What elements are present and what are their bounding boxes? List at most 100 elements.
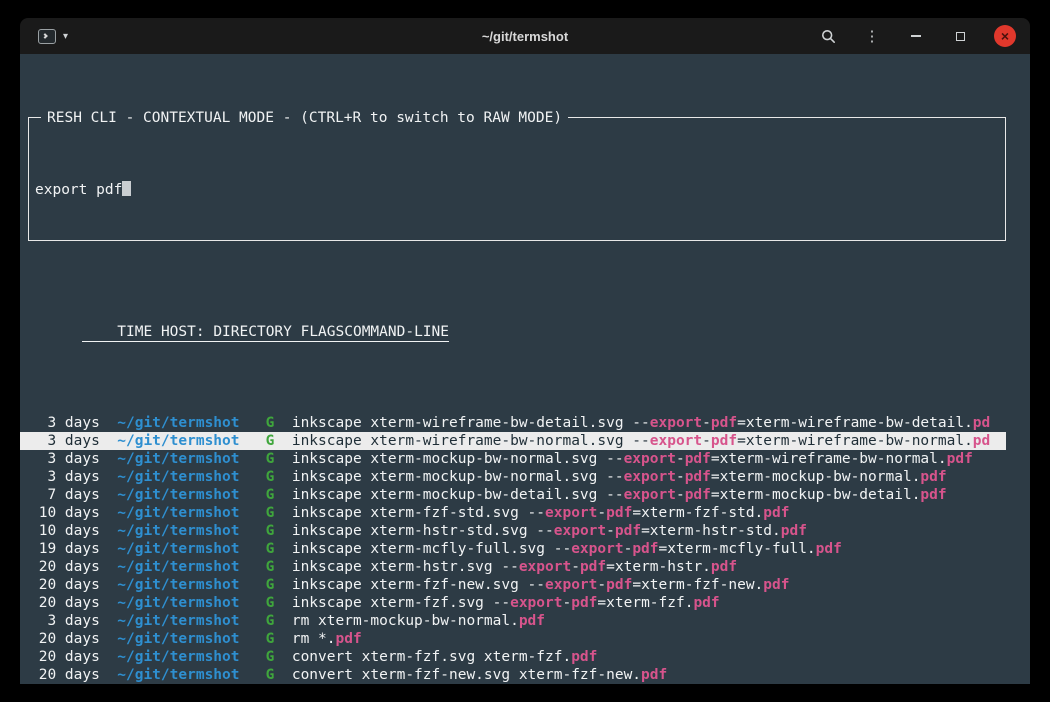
row-command: convert xterm-fzf.svg xterm-fzf.pdf bbox=[292, 648, 1006, 666]
col-host-directory-label: HOST: DIRECTORY bbox=[161, 323, 292, 341]
git-flag: G bbox=[248, 595, 274, 611]
git-flag: G bbox=[248, 613, 274, 629]
magnifier-glyph bbox=[821, 29, 836, 44]
row-time: 10 days bbox=[30, 522, 100, 540]
row-command: inkscape xterm-mockup-bw-normal.svg --ex… bbox=[292, 468, 1006, 486]
row-host-directory: ~/git/termshot bbox=[109, 666, 240, 684]
col-time-label: TIME bbox=[82, 323, 152, 341]
row-time: 20 days bbox=[30, 576, 100, 594]
history-header: TIME HOST: DIRECTORY FLAGS COMMAND-LINE bbox=[20, 305, 1006, 360]
history-row[interactable]: 3 days~/git/termshotGinkscape xterm-wire… bbox=[20, 414, 1006, 432]
row-command: inkscape xterm-hstr-std.svg --export-pdf… bbox=[292, 522, 1006, 540]
text-cursor bbox=[122, 181, 131, 196]
history-row[interactable]: 20 days~/git/termshotGrm *.pdf bbox=[20, 630, 1006, 648]
row-command: inkscape xterm-mcfly-full.svg --export-p… bbox=[292, 540, 1006, 558]
prompt-glyph bbox=[42, 33, 48, 39]
search-input[interactable]: export pdf bbox=[35, 181, 999, 199]
history-list: 3 days ~/git/termshot Ginkscape xterm-wire… bbox=[20, 414, 1006, 684]
row-flags: G bbox=[248, 648, 292, 666]
git-flag: G bbox=[248, 415, 274, 431]
row-time: 20 days bbox=[30, 558, 100, 576]
row-command: inkscape xterm-wireframe-bw-normal.svg -… bbox=[292, 432, 1006, 450]
row-flags: G bbox=[248, 414, 292, 432]
row-flags: G bbox=[248, 630, 292, 648]
row-command: rm xterm-mockup-bw-normal.pdf bbox=[292, 612, 1006, 630]
git-flag: G bbox=[248, 667, 274, 683]
row-command: rm *.pdf bbox=[292, 630, 1006, 648]
history-row[interactable]: 20 days~/git/termshotGconvert xterm-fzf-… bbox=[20, 666, 1006, 684]
row-time: 19 days bbox=[30, 540, 100, 558]
search-panel-title: RESH CLI - CONTEXTUAL MODE - (CTRL+R to … bbox=[41, 109, 568, 127]
row-flags: G bbox=[248, 486, 292, 504]
row-host-directory: ~/git/termshot bbox=[109, 576, 240, 594]
row-flags: G bbox=[248, 522, 292, 540]
row-flags: G bbox=[248, 468, 292, 486]
row-flags: G bbox=[248, 540, 292, 558]
row-time: 20 days bbox=[30, 630, 100, 648]
row-host-directory: ~/git/termshot bbox=[109, 522, 240, 540]
row-flags: G bbox=[248, 594, 292, 612]
history-row[interactable]: 19 days ~/git/termshot Ginkscape xterm-mcf… bbox=[20, 540, 1006, 558]
row-host-directory: ~/git/termshot bbox=[109, 468, 240, 486]
menu-kebab-icon[interactable]: ⋮ bbox=[862, 26, 882, 46]
terminal-window: ▾ ~/git/termshot ⋮ × RESH CLI - CONTEXTU… bbox=[20, 18, 1030, 684]
row-flags: G bbox=[248, 450, 292, 468]
minimize-button[interactable] bbox=[906, 26, 926, 46]
history-row[interactable]: 3 days ~/git/termshot Ginkscape xterm-mock… bbox=[20, 468, 1006, 486]
git-flag: G bbox=[248, 559, 274, 575]
search-icon[interactable] bbox=[818, 26, 838, 46]
git-flag: G bbox=[248, 649, 274, 665]
row-host-directory: ~/git/termshot bbox=[109, 450, 240, 468]
search-panel: RESH CLI - CONTEXTUAL MODE - (CTRL+R to … bbox=[28, 117, 1006, 241]
row-time: 20 days bbox=[30, 594, 100, 612]
row-host-directory: ~/git/termshot bbox=[109, 612, 240, 630]
row-host-directory: ~/git/termshot bbox=[109, 648, 240, 666]
tab-switcher-button[interactable]: ▾ bbox=[34, 25, 72, 48]
history-row[interactable]: 3 days ~/git/termshot Grm xterm-mockup-bw-… bbox=[20, 612, 1006, 630]
row-time: 3 days bbox=[30, 468, 100, 486]
terminal-screen[interactable]: RESH CLI - CONTEXTUAL MODE - (CTRL+R to … bbox=[20, 54, 1030, 684]
history-row[interactable]: 10 days ~/git/termshot Ginkscape xterm-hst… bbox=[20, 522, 1006, 540]
history-row[interactable]: 20 days ~/git/termshot Gconvert xterm-fzf.… bbox=[20, 648, 1006, 666]
row-flags: G bbox=[248, 576, 292, 594]
git-flag: G bbox=[248, 577, 274, 593]
row-time: 20 days bbox=[30, 648, 100, 666]
search-query-text: export pdf bbox=[35, 182, 122, 198]
history-row[interactable]: 20 days~/git/termshotGinkscape xterm-hst… bbox=[20, 558, 1006, 576]
row-host-directory: ~/git/termshot bbox=[109, 432, 240, 450]
history-row[interactable]: 7 days~/git/termshotGinkscape xterm-mock… bbox=[20, 486, 1006, 504]
restore-button[interactable] bbox=[950, 26, 970, 46]
row-command: inkscape xterm-mockup-bw-detail.svg --ex… bbox=[292, 486, 1006, 504]
history-row[interactable]: 20 days~/git/termshotGinkscape xterm-fzf… bbox=[20, 594, 1006, 612]
git-flag: G bbox=[248, 523, 274, 539]
row-host-directory: ~/git/termshot bbox=[109, 504, 240, 522]
row-flags: G bbox=[248, 504, 292, 522]
col-flags-label: FLAGS bbox=[301, 323, 345, 341]
git-flag: G bbox=[248, 469, 274, 485]
close-button[interactable]: × bbox=[994, 25, 1016, 47]
col-command-label: COMMAND-LINE bbox=[344, 323, 449, 341]
history-row[interactable]: 20 days ~/git/termshot Ginkscape xterm-fzf… bbox=[20, 576, 1006, 594]
row-command: inkscape xterm-fzf.svg --export-pdf=xter… bbox=[292, 594, 1006, 612]
row-command: inkscape xterm-fzf-new.svg --export-pdf=… bbox=[292, 576, 1006, 594]
row-time: 7 days bbox=[30, 486, 100, 504]
history-row[interactable]: 3 days~/git/termshotGinkscape xterm-wire… bbox=[20, 432, 1006, 450]
history-row[interactable]: 3 days~/git/termshotGinkscape xterm-mock… bbox=[20, 450, 1006, 468]
row-time: 3 days bbox=[30, 414, 100, 432]
git-flag: G bbox=[248, 541, 274, 557]
history-row[interactable]: 10 days~/git/termshotGinkscape xterm-fzf… bbox=[20, 504, 1006, 522]
row-flags: G bbox=[248, 558, 292, 576]
row-flags: G bbox=[248, 612, 292, 630]
titlebar[interactable]: ▾ ~/git/termshot ⋮ × bbox=[20, 18, 1030, 54]
row-command: convert xterm-fzf-new.svg xterm-fzf-new.… bbox=[292, 666, 1006, 684]
chevron-down-icon: ▾ bbox=[63, 31, 68, 42]
row-host-directory: ~/git/termshot bbox=[109, 540, 240, 558]
row-time: 3 days bbox=[30, 450, 100, 468]
row-time: 3 days bbox=[30, 432, 100, 450]
row-time: 3 days bbox=[30, 612, 100, 630]
row-command: inkscape xterm-hstr.svg --export-pdf=xte… bbox=[292, 558, 1006, 576]
git-flag: G bbox=[248, 631, 274, 647]
row-command: inkscape xterm-wireframe-bw-detail.svg -… bbox=[292, 414, 1006, 432]
row-flags: G bbox=[248, 666, 292, 684]
terminal-icon bbox=[38, 29, 56, 44]
